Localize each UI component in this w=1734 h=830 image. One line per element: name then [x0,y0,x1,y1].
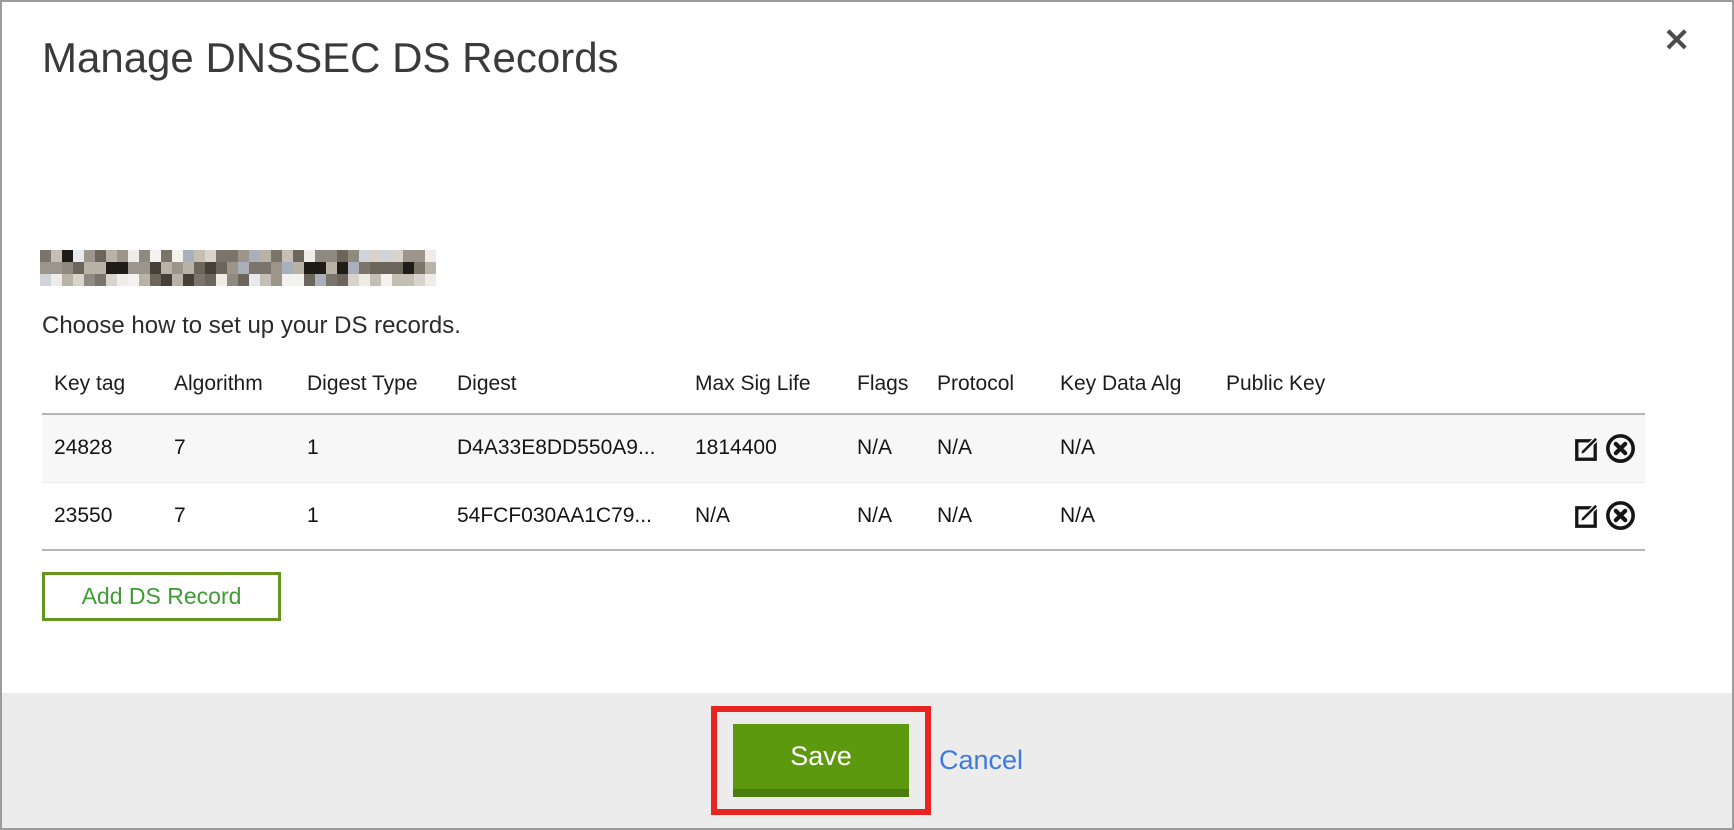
col-header-key-data-alg: Key Data Alg [1048,354,1214,414]
cell-digest-type: 1 [295,414,445,482]
cell-key-tag: 23550 [42,482,162,550]
cell-protocol: N/A [925,482,1048,550]
edit-record-icon[interactable] [1571,432,1604,465]
modal-title: Manage DNSSEC DS Records [42,34,619,82]
table-row: 23550 7 1 54FCF030AA1C79... N/A N/A N/A … [42,482,1645,550]
cell-key-data-alg: N/A [1048,414,1214,482]
cell-max-sig-life: 1814400 [683,414,845,482]
col-header-digest-type: Digest Type [295,354,445,414]
cell-algorithm: 7 [162,482,295,550]
cell-digest: 54FCF030AA1C79... [445,482,683,550]
col-header-protocol: Protocol [925,354,1048,414]
edit-record-icon[interactable] [1571,499,1604,532]
col-header-flags: Flags [845,354,925,414]
domain-name-redacted [40,250,436,286]
col-header-actions [1459,354,1645,414]
col-header-key-tag: Key tag [42,354,162,414]
instruction-text: Choose how to set up your DS records. [42,312,461,340]
cell-flags: N/A [845,414,925,482]
save-button[interactable]: Save [733,724,909,797]
cell-public-key [1214,482,1459,550]
cell-algorithm: 7 [162,414,295,482]
modal-footer: Save Cancel [2,693,1732,828]
add-ds-record-button[interactable]: Add DS Record [42,572,281,621]
delete-record-icon[interactable] [1604,499,1637,532]
row-actions [1459,482,1645,550]
close-icon[interactable]: ✕ [1663,24,1690,56]
cell-key-data-alg: N/A [1048,482,1214,550]
annotation-highlight-box: Save [711,706,931,815]
table-header-row: Key tag Algorithm Digest Type Digest Max… [42,354,1645,414]
manage-dnssec-modal: Manage DNSSEC DS Records ✕ Choose how to… [0,0,1734,830]
cancel-link[interactable]: Cancel [939,745,1023,776]
delete-record-icon[interactable] [1604,432,1637,465]
row-actions [1459,414,1645,482]
col-header-public-key: Public Key [1214,354,1459,414]
cell-key-tag: 24828 [42,414,162,482]
table-row: 24828 7 1 D4A33E8DD550A9... 1814400 N/A … [42,414,1645,482]
cell-public-key [1214,414,1459,482]
cell-protocol: N/A [925,414,1048,482]
col-header-max-sig-life: Max Sig Life [683,354,845,414]
col-header-algorithm: Algorithm [162,354,295,414]
cell-digest: D4A33E8DD550A9... [445,414,683,482]
ds-records-table: Key tag Algorithm Digest Type Digest Max… [42,354,1645,551]
cell-max-sig-life: N/A [683,482,845,550]
cell-digest-type: 1 [295,482,445,550]
cell-flags: N/A [845,482,925,550]
col-header-digest: Digest [445,354,683,414]
